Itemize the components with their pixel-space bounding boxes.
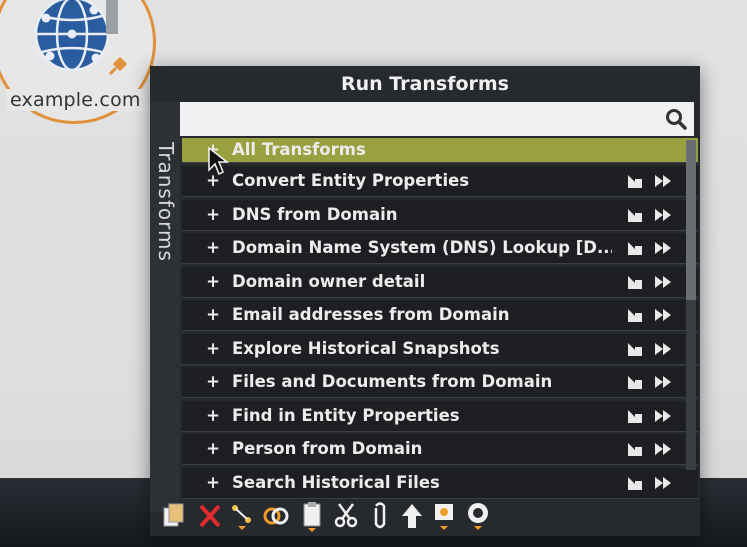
transform-list: + All Transforms + Convert Entity Proper… — [182, 138, 698, 510]
move-up-icon[interactable] — [398, 500, 426, 532]
entity-node[interactable]: example.com — [0, 0, 160, 136]
search-icon[interactable] — [664, 107, 688, 131]
expand-icon[interactable]: + — [204, 200, 222, 230]
run-transform-icon[interactable] — [654, 240, 672, 256]
side-tab-label: Transforms — [154, 142, 178, 262]
transform-item[interactable]: + Domain Name System (DNS) Lookup [D... — [182, 233, 698, 264]
pin-icon — [108, 56, 128, 76]
transform-item[interactable]: + Domain owner detail — [182, 266, 698, 298]
expand-icon[interactable]: + — [204, 233, 222, 263]
transform-item[interactable]: + Files and Documents from Domain — [182, 367, 698, 398]
transform-label: DNS from Domain — [232, 204, 398, 224]
run-transforms-panel: Run Transforms Transforms + All Transfor… — [150, 66, 700, 536]
run-transform-icon[interactable] — [654, 274, 672, 290]
transform-label: All Transforms — [232, 140, 366, 159]
run-transform-icon[interactable] — [654, 173, 672, 189]
transform-settings-icon[interactable] — [626, 207, 644, 223]
transform-settings-icon[interactable] — [626, 240, 644, 256]
run-transform-icon[interactable] — [654, 341, 672, 357]
transform-label: Files and Documents from Domain — [232, 372, 553, 391]
attach-icon[interactable] — [366, 500, 394, 532]
expand-icon[interactable]: + — [204, 367, 222, 397]
transform-label: Email addresses from Domain — [232, 305, 510, 324]
run-transform-icon[interactable] — [654, 307, 672, 323]
transforms-side-tab[interactable]: Transforms — [150, 102, 180, 512]
copy-to-graph-icon[interactable] — [160, 500, 188, 532]
paste-icon[interactable] — [298, 500, 326, 532]
transform-label: Explore Historical Snapshots — [232, 338, 500, 358]
run-transform-icon[interactable] — [654, 408, 672, 424]
transform-settings-icon[interactable] — [626, 408, 644, 424]
cut-icon[interactable] — [332, 500, 360, 532]
expand-icon[interactable]: + — [204, 434, 222, 464]
transform-label: Convert Entity Properties — [232, 171, 470, 190]
scrollbar-thumb[interactable] — [686, 140, 696, 300]
transform-item[interactable]: + Find in Entity Properties — [182, 400, 698, 432]
graph-canvas[interactable]: example.com Run Transforms Transforms + … — [0, 0, 747, 547]
transform-settings-icon[interactable] — [626, 173, 644, 189]
run-transform-icon[interactable] — [654, 374, 672, 390]
expand-icon[interactable]: + — [204, 468, 222, 498]
entity-flag-icon — [106, 0, 118, 34]
search-field[interactable] — [180, 102, 694, 136]
entity-label: example.com — [6, 89, 145, 111]
transform-item[interactable]: + Search Historical Files — [182, 467, 698, 499]
link-dropdown-icon[interactable] — [228, 500, 256, 532]
transform-label: Domain Name System (DNS) Lookup [D... — [232, 238, 612, 257]
transform-label: Search Historical Files — [232, 472, 440, 492]
transform-settings-icon[interactable] — [626, 475, 644, 491]
expand-icon[interactable]: + — [204, 401, 222, 431]
merge-icon[interactable] — [262, 500, 290, 532]
search-input[interactable] — [186, 106, 660, 134]
transform-item[interactable]: + Email addresses from Domain — [182, 300, 698, 331]
transform-label: Person from Domain — [232, 439, 423, 458]
transform-label: Domain owner detail — [232, 271, 426, 291]
transform-item[interactable]: + Convert Entity Properties — [182, 166, 698, 197]
run-transform-icon[interactable] — [654, 207, 672, 223]
transform-settings-icon[interactable] — [626, 441, 644, 457]
target-dropdown-icon[interactable] — [464, 500, 492, 532]
run-transform-icon[interactable] — [654, 441, 672, 457]
expand-icon[interactable]: + — [204, 334, 222, 364]
transform-settings-icon[interactable] — [626, 341, 644, 357]
transform-settings-icon[interactable] — [626, 274, 644, 290]
expand-icon[interactable]: + — [204, 267, 222, 297]
run-transform-icon[interactable] — [654, 475, 672, 491]
transform-item[interactable]: + DNS from Domain — [182, 199, 698, 231]
panel-title: Run Transforms — [341, 73, 509, 95]
transform-label: Find in Entity Properties — [232, 405, 460, 425]
transform-settings-icon[interactable] — [626, 374, 644, 390]
transform-item[interactable]: + Person from Domain — [182, 434, 698, 465]
mouse-cursor-icon — [208, 146, 229, 176]
transform-item[interactable]: + Explore Historical Snapshots — [182, 333, 698, 365]
transform-settings-icon[interactable] — [626, 307, 644, 323]
transform-item[interactable]: + All Transforms — [182, 138, 698, 163]
bookmark-dropdown-icon[interactable] — [430, 500, 458, 532]
delete-icon[interactable] — [196, 500, 224, 532]
expand-icon[interactable]: + — [204, 300, 222, 330]
